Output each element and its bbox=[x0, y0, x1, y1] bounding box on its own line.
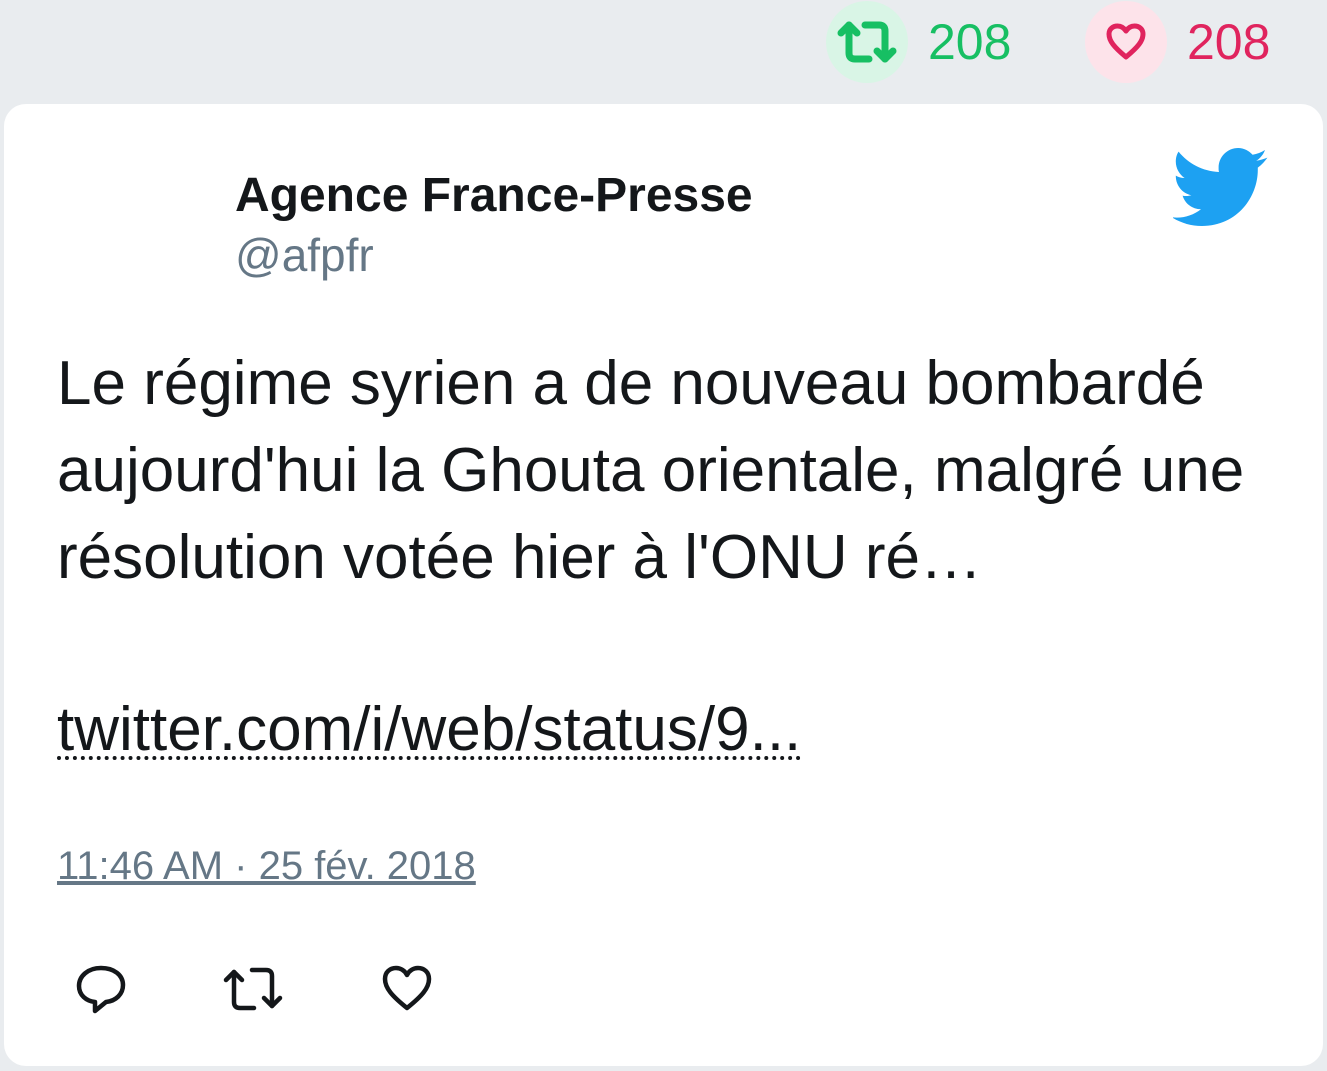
tweet-text: Le régime syrien a de nouveau bombardé a… bbox=[57, 349, 1245, 592]
retweet-icon bbox=[223, 967, 283, 1011]
heart-icon bbox=[1106, 23, 1146, 60]
retweet-icon bbox=[837, 21, 897, 63]
retweet-stat[interactable]: 208 bbox=[826, 0, 1011, 84]
tweet-stats-bar: 208 208 bbox=[0, 0, 1327, 100]
tweet-timestamp[interactable]: 11:46 AM · 25 fév. 2018 bbox=[57, 844, 476, 889]
like-stat[interactable]: 208 bbox=[1085, 0, 1270, 84]
author-handle[interactable]: @afpfr bbox=[235, 228, 374, 282]
like-button[interactable] bbox=[380, 962, 434, 1016]
retweet-count: 208 bbox=[928, 14, 1012, 70]
retweet-button[interactable] bbox=[220, 962, 283, 1016]
like-stat-circle[interactable] bbox=[1085, 1, 1167, 83]
retweet-stat-circle[interactable] bbox=[826, 1, 908, 83]
tweet-link[interactable]: twitter.com/i/web/status/9... bbox=[57, 690, 802, 760]
like-count: 208 bbox=[1187, 14, 1271, 70]
tweet-card: Agence France-Presse @afpfr Le régime sy… bbox=[4, 104, 1323, 1066]
twitter-bird-icon[interactable] bbox=[1173, 148, 1269, 228]
heart-icon bbox=[382, 965, 432, 1011]
author-name[interactable]: Agence France-Presse bbox=[235, 168, 753, 223]
reply-button[interactable] bbox=[74, 962, 128, 1016]
reply-icon bbox=[76, 965, 126, 1014]
